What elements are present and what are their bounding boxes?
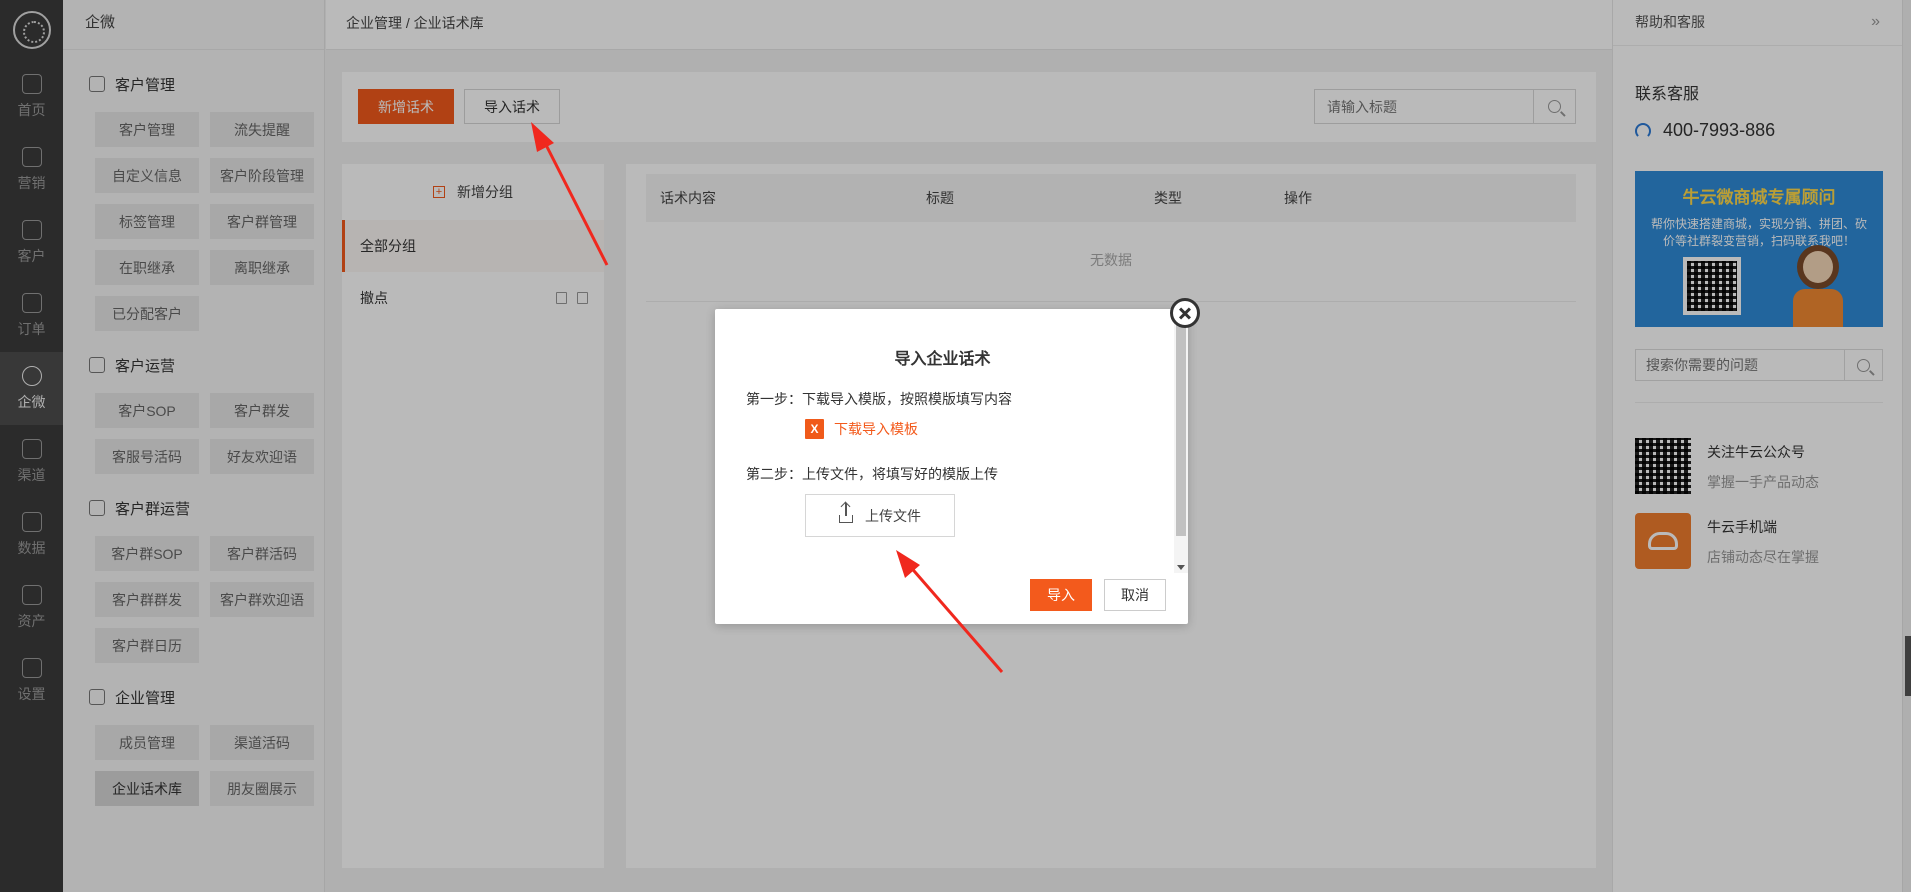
dialog-scrollbar[interactable]	[1174, 321, 1188, 573]
cancel-button[interactable]: 取消	[1104, 579, 1166, 611]
import-dialog: 导入企业话术 第一步：下载导入模版，按照模版填写内容 X 下载导入模板 第二步：…	[715, 309, 1188, 624]
close-icon[interactable]	[1170, 298, 1200, 328]
upload-file-button[interactable]: 上传文件	[805, 494, 955, 537]
download-template-link[interactable]: X 下载导入模板	[805, 419, 918, 439]
dialog-title: 导入企业话术	[894, 351, 991, 368]
upload-icon	[839, 502, 853, 523]
step-two-text: 第二步：上传文件，将填写好的模版上传	[746, 466, 998, 482]
excel-file-icon: X	[805, 419, 824, 439]
import-confirm-button[interactable]: 导入	[1030, 579, 1092, 611]
step-one-text: 第一步：下载导入模版，按照模版填写内容	[746, 391, 1012, 407]
